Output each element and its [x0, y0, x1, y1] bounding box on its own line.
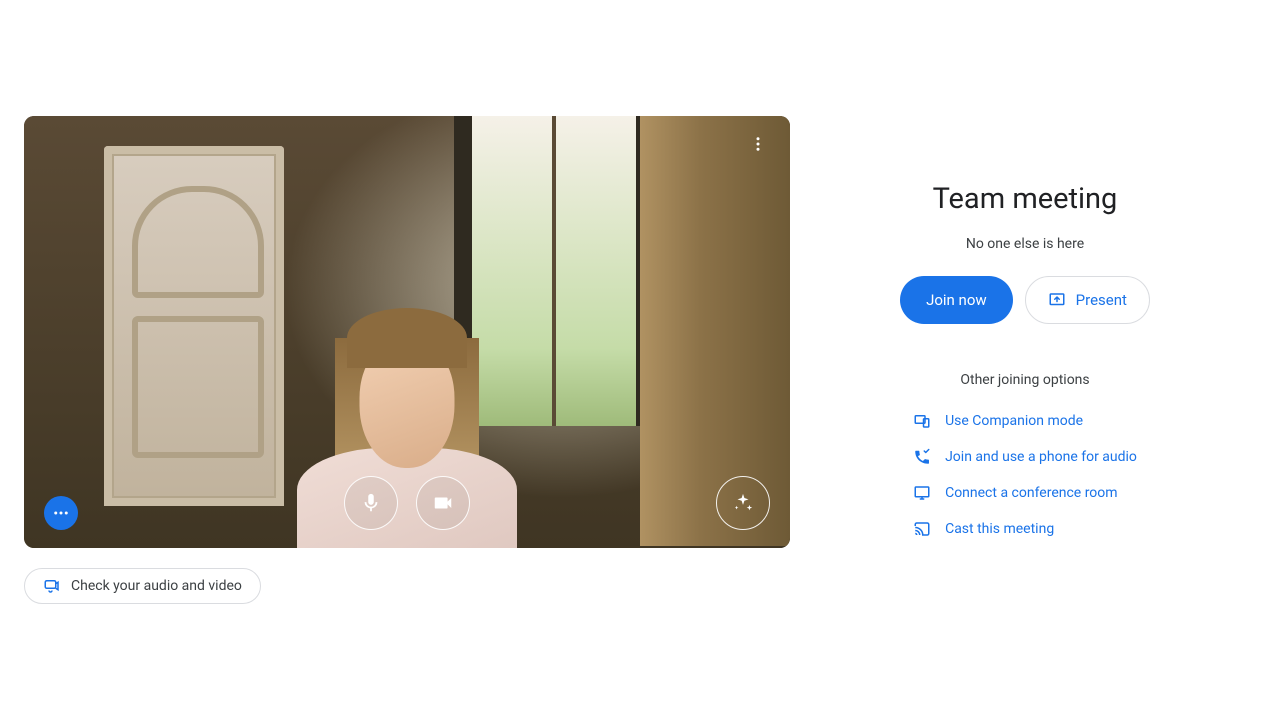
companion-mode-link[interactable]: Use Companion mode	[913, 412, 1083, 430]
join-panel: Team meeting No one else is here Join no…	[810, 182, 1280, 538]
cast-meeting-label: Cast this meeting	[945, 521, 1054, 537]
video-controls	[24, 476, 790, 530]
other-joining-options: Use Companion mode Join and use a phone …	[913, 412, 1137, 538]
phone-icon	[913, 448, 931, 466]
check-audio-video-label: Check your audio and video	[71, 578, 242, 594]
present-button[interactable]: Present	[1025, 276, 1150, 324]
present-button-label: Present	[1076, 291, 1127, 309]
preview-panel: Check your audio and video	[0, 96, 810, 624]
join-buttons-row: Join now Present	[900, 276, 1150, 324]
more-vert-icon	[749, 135, 767, 153]
presence-status: No one else is here	[966, 236, 1084, 252]
check-audio-video-button[interactable]: Check your audio and video	[24, 568, 261, 604]
cast-meeting-link[interactable]: Cast this meeting	[913, 520, 1054, 538]
phone-audio-link[interactable]: Join and use a phone for audio	[913, 448, 1137, 466]
meeting-title: Team meeting	[933, 182, 1118, 216]
videocam-icon	[432, 492, 454, 514]
companion-mode-label: Use Companion mode	[945, 413, 1083, 429]
sparkle-icon	[732, 492, 754, 514]
cast-icon	[913, 520, 931, 538]
phone-audio-label: Join and use a phone for audio	[945, 449, 1137, 465]
toggle-camera-button[interactable]	[416, 476, 470, 530]
mic-icon	[360, 492, 382, 514]
more-options-button[interactable]	[744, 130, 772, 158]
tune-icon	[43, 577, 61, 595]
meeting-room-icon	[913, 484, 931, 502]
conference-room-label: Connect a conference room	[945, 485, 1117, 501]
pre-join-screen: Check your audio and video Team meeting …	[0, 0, 1280, 720]
join-now-button[interactable]: Join now	[900, 276, 1013, 324]
present-to-all-icon	[1048, 291, 1066, 309]
conference-room-link[interactable]: Connect a conference room	[913, 484, 1117, 502]
devices-icon	[913, 412, 931, 430]
self-video-preview	[24, 116, 790, 548]
toggle-mic-button[interactable]	[344, 476, 398, 530]
apply-effects-button[interactable]	[716, 476, 770, 530]
other-options-heading: Other joining options	[960, 372, 1089, 388]
